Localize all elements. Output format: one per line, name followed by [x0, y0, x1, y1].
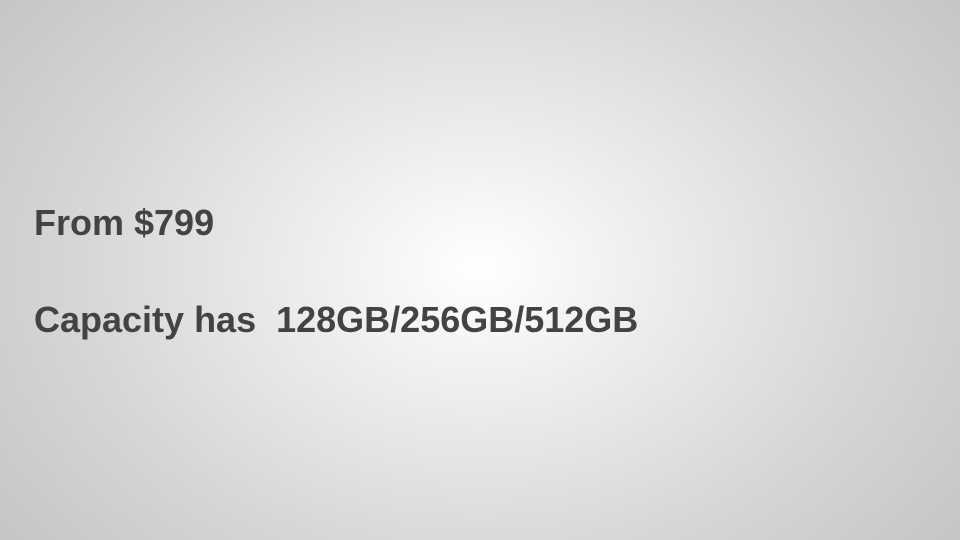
- price-text: From $799: [34, 202, 215, 243]
- slide: From $799 Capacity has 128GB/256GB/512GB: [0, 0, 960, 540]
- capacity-text: Capacity has 128GB/256GB/512GB: [34, 299, 639, 340]
